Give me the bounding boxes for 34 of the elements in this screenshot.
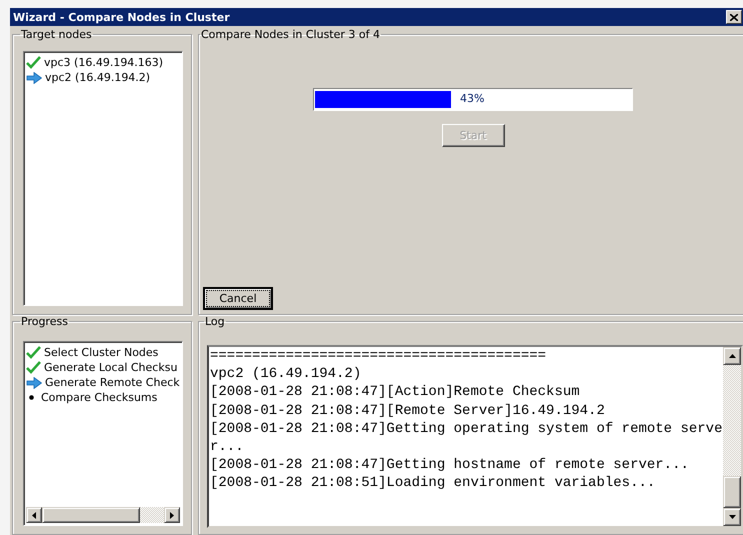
close-button[interactable]	[726, 10, 742, 24]
horizontal-scrollbar[interactable]	[26, 507, 180, 523]
scroll-right-button[interactable]	[164, 507, 180, 523]
window-title: Wizard - Compare Nodes in Cluster	[13, 10, 230, 24]
scroll-thumb[interactable]	[723, 476, 741, 508]
scroll-up-button[interactable]	[723, 347, 741, 365]
log-line: ========================================	[210, 347, 548, 366]
close-icon	[730, 14, 738, 20]
list-item: Generate Local Checksu	[44, 361, 178, 374]
list-item: Select Cluster Nodes	[44, 346, 158, 359]
list-item: vpc3 (16.49.194.163)	[44, 56, 164, 69]
log-line: [2008-01-28 21:08:47]Getting hostname of remote server...	[210, 456, 690, 474]
cancel-button[interactable]: Cancel	[203, 287, 273, 310]
log-line: [2008-01-28 21:08:47][Remote Server]16.49.194.2	[210, 402, 606, 420]
log-line: [2008-01-28 21:08:51]Loading environment variables...	[210, 474, 656, 493]
group-title: Target nodes	[20, 28, 93, 41]
log-line: vpc2 (16.49.194.2)	[210, 365, 362, 384]
left-arrow-icon	[32, 512, 36, 518]
right-arrow-icon	[170, 512, 174, 518]
log-line: [2008-01-28 21:08:47]Getting operating system of remote server...	[210, 420, 723, 456]
list-item: Compare Checksums	[41, 391, 158, 404]
scroll-down-button[interactable]	[723, 508, 741, 526]
group-title: Compare Nodes in Cluster 3 of 4	[200, 28, 381, 41]
up-arrow-icon	[728, 354, 736, 358]
progress-reading: 43%	[460, 92, 484, 105]
vertical-scrollbar[interactable]	[723, 347, 741, 526]
list-item: Generate Remote Check	[45, 376, 180, 389]
scroll-left-button[interactable]	[26, 507, 42, 523]
scroll-thumb[interactable]	[42, 507, 140, 523]
log-line: [2008-01-28 21:08:47][Action]Remote Checksum	[210, 383, 581, 402]
group-title: Log	[204, 315, 226, 328]
list-item: vpc2 (16.49.194.2)	[45, 71, 150, 84]
group-title: Progress	[20, 315, 69, 328]
down-arrow-icon	[728, 515, 736, 519]
